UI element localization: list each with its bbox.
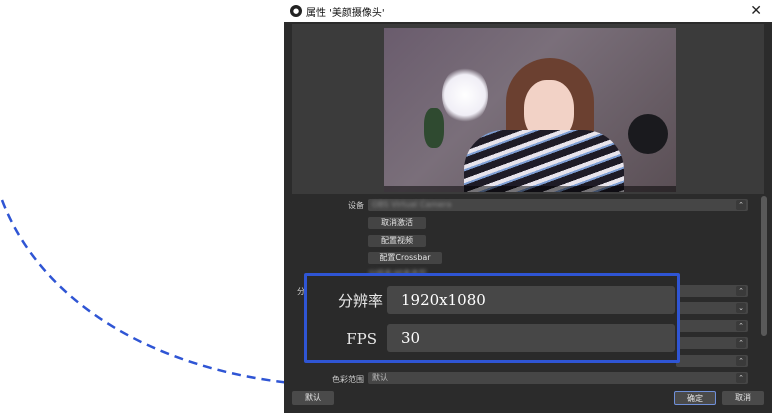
chevron-down-icon: ⌄ xyxy=(736,303,746,313)
plant-shape xyxy=(424,108,444,148)
person-sweater-shape xyxy=(464,130,624,192)
device-select[interactable]: OBS Virtual Camera ⌃ xyxy=(368,199,748,211)
device-label: 设备 xyxy=(348,201,364,210)
title-bar: ● 属性 '美颜摄像头' ✕ xyxy=(284,0,772,22)
preview-panel xyxy=(292,24,764,194)
close-icon[interactable]: ✕ xyxy=(750,3,762,19)
resolution-field[interactable]: 1920x1080 xyxy=(387,286,675,314)
lamp-shape xyxy=(442,66,488,124)
scrollbar-thumb[interactable] xyxy=(761,196,767,336)
resolution-label: 分辨率 xyxy=(337,292,383,310)
microphone-shape xyxy=(628,114,668,154)
obs-logo-icon: ● xyxy=(290,5,302,17)
chevron-updown-icon: ⌃ xyxy=(736,286,746,296)
chevron-updown-icon: ⌃ xyxy=(736,356,746,366)
color-range-value: 默认 xyxy=(372,373,388,382)
color-range-label: 色彩范围 xyxy=(332,375,364,384)
hidden-field-1[interactable]: ⌃ xyxy=(676,285,748,297)
device-value: OBS Virtual Camera xyxy=(372,200,452,209)
zoom-highlight-box: 分辨率 1920x1080 FPS 30 xyxy=(304,273,680,363)
fps-label: FPS xyxy=(346,330,377,348)
hidden-field-4[interactable]: ⌃ xyxy=(676,337,748,349)
chevron-updown-icon: ⌃ xyxy=(736,373,746,383)
window-title: 属性 '美颜摄像头' xyxy=(306,7,385,19)
chevron-updown-icon: ⌃ xyxy=(736,321,746,331)
fps-field[interactable]: 30 xyxy=(387,324,675,352)
chevron-updown-icon: ⌃ xyxy=(736,338,746,348)
defaults-button[interactable]: 默认 xyxy=(292,391,334,405)
ok-button[interactable]: 确定 xyxy=(674,391,716,405)
properties-scrollbar[interactable] xyxy=(759,196,769,382)
cancel-button[interactable]: 取消 xyxy=(722,391,764,405)
configure-video-button[interactable]: 配置视频 xyxy=(368,235,426,247)
deactivate-button[interactable]: 取消激活 xyxy=(368,217,426,229)
chevron-updown-icon: ⌃ xyxy=(736,200,746,210)
color-range-select[interactable]: 默认 ⌃ xyxy=(368,372,748,384)
hidden-field-3[interactable]: ⌃ xyxy=(676,320,748,332)
preview-control-bar[interactable] xyxy=(384,186,676,192)
hidden-field-2[interactable]: ⌄ xyxy=(676,302,748,314)
camera-preview xyxy=(384,28,676,192)
configure-crossbar-button[interactable]: 配置Crossbar xyxy=(368,252,442,264)
hidden-field-5[interactable]: ⌃ xyxy=(676,355,748,367)
